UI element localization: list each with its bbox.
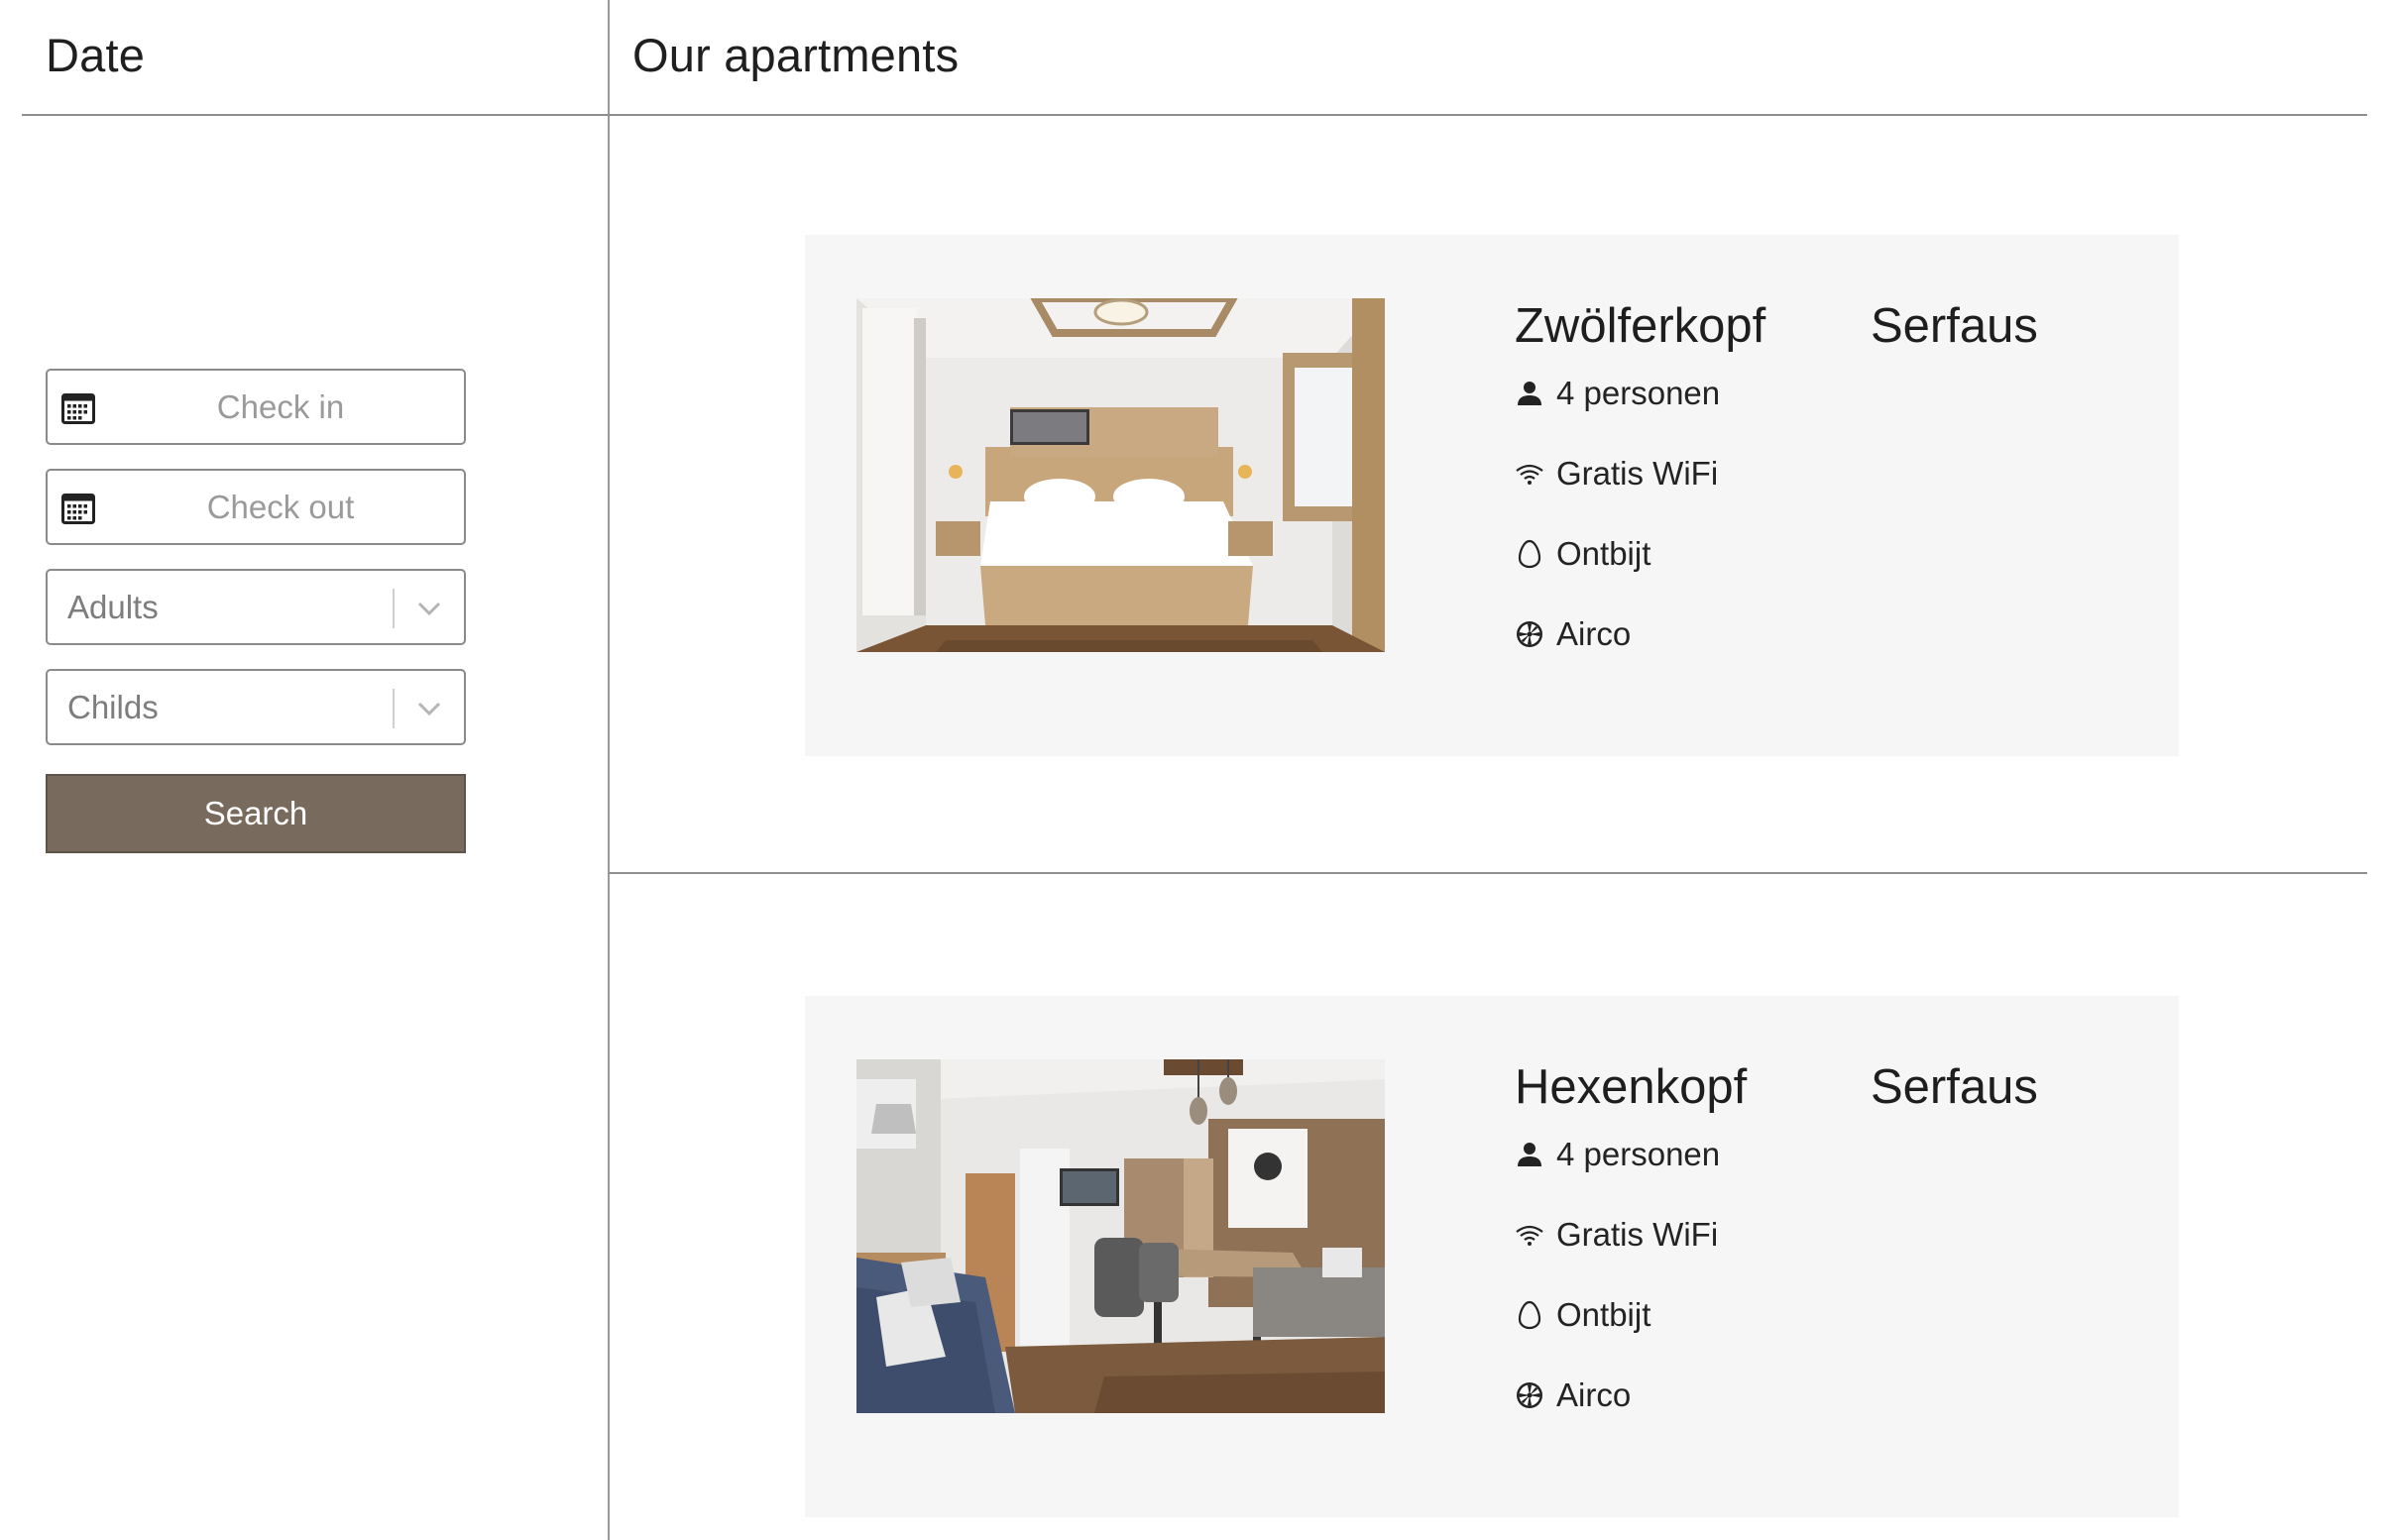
feature-wifi: Gratis WiFi bbox=[1515, 454, 1718, 494]
apartment-location: Serfaus bbox=[1871, 299, 2038, 353]
feature-wifi: Gratis WiFi bbox=[1515, 1215, 1718, 1255]
childs-placeholder: Childs bbox=[67, 689, 159, 725]
apartment-location: Serfaus bbox=[1871, 1060, 2038, 1114]
feature-label: 4 personen bbox=[1556, 1136, 1721, 1172]
feature-airco: Airco bbox=[1515, 1375, 1631, 1415]
calendar-icon bbox=[61, 494, 95, 524]
feature-airco: Airco bbox=[1515, 614, 1631, 654]
main-header-divider bbox=[609, 114, 2367, 116]
sidebar-heading: Date bbox=[46, 29, 146, 81]
feature-label: Ontbijt bbox=[1556, 535, 1651, 572]
select-separator bbox=[393, 689, 395, 728]
living-room-photo[interactable] bbox=[856, 1059, 1385, 1413]
adults-select[interactable]: Adults bbox=[46, 569, 466, 645]
select-separator bbox=[393, 589, 395, 628]
feature-label: Airco bbox=[1556, 1376, 1632, 1413]
calendar-icon bbox=[61, 393, 95, 424]
apartment-divider bbox=[609, 872, 2367, 874]
sidebar-header-divider bbox=[22, 114, 609, 116]
feature-label: Ontbijt bbox=[1556, 1296, 1651, 1333]
fan-icon bbox=[1517, 621, 1542, 647]
fan-icon bbox=[1517, 1382, 1542, 1408]
egg-icon bbox=[1518, 1300, 1541, 1330]
check-in-field[interactable]: Check in bbox=[46, 369, 466, 445]
apartment-card: Zwölferkopf Serfaus 4 personen Gratis Wi… bbox=[805, 235, 2179, 756]
column-divider bbox=[608, 0, 610, 1540]
feature-label: Gratis WiFi bbox=[1556, 455, 1719, 492]
egg-icon bbox=[1518, 539, 1541, 569]
apartment-card: Hexenkopf Serfaus 4 personen Gratis WiFi… bbox=[805, 996, 2179, 1517]
search-button[interactable]: Search bbox=[46, 774, 466, 853]
feature-persons: 4 personen bbox=[1515, 1135, 1720, 1174]
chevron-down-icon[interactable] bbox=[414, 695, 444, 722]
feature-persons: 4 personen bbox=[1515, 374, 1720, 413]
bedroom-photo[interactable] bbox=[856, 298, 1385, 652]
feature-label: 4 personen bbox=[1556, 375, 1721, 411]
feature-breakfast: Ontbijt bbox=[1515, 1295, 1650, 1335]
person-icon bbox=[1518, 382, 1541, 405]
wifi-icon bbox=[1516, 464, 1543, 485]
apartment-name[interactable]: Hexenkopf bbox=[1515, 1059, 1747, 1115]
childs-select[interactable]: Childs bbox=[46, 669, 466, 745]
person-icon bbox=[1518, 1143, 1541, 1166]
chevron-down-icon[interactable] bbox=[414, 595, 444, 622]
wifi-icon bbox=[1516, 1225, 1543, 1246]
feature-label: Gratis WiFi bbox=[1556, 1216, 1719, 1253]
check-out-placeholder: Check out bbox=[206, 489, 355, 525]
check-in-placeholder: Check in bbox=[216, 388, 345, 425]
page-title: Our apartments bbox=[632, 29, 960, 81]
adults-placeholder: Adults bbox=[67, 589, 159, 625]
feature-label: Airco bbox=[1556, 615, 1632, 652]
check-out-field[interactable]: Check out bbox=[46, 469, 466, 545]
feature-breakfast: Ontbijt bbox=[1515, 534, 1650, 574]
apartment-name[interactable]: Zwölferkopf bbox=[1515, 298, 1765, 354]
